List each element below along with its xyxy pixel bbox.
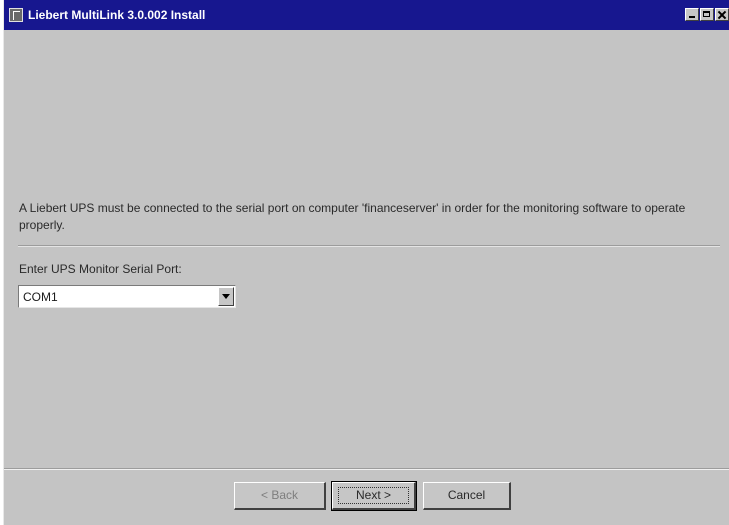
close-icon[interactable] (715, 8, 729, 21)
serial-port-label: Enter UPS Monitor Serial Port: (19, 262, 182, 276)
app-icon[interactable] (9, 8, 23, 22)
serial-port-select[interactable]: COM1 (18, 285, 236, 308)
next-button[interactable]: Next > (331, 481, 417, 511)
button-row: < Back Next > Cancel (4, 481, 729, 514)
serial-port-value: COM1 (23, 290, 58, 304)
description-text: A Liebert UPS must be connected to the s… (19, 201, 686, 232)
back-button[interactable]: < Back (234, 482, 326, 510)
chevron-down-icon[interactable] (218, 287, 234, 306)
section-divider (18, 245, 720, 247)
focus-rectangle (338, 487, 409, 504)
title-bar[interactable]: Liebert MultiLink 3.0.002 Install (4, 0, 729, 30)
minimize-icon[interactable] (685, 8, 699, 21)
maximize-icon[interactable] (700, 8, 714, 21)
window-controls (684, 8, 729, 22)
window-title: Liebert MultiLink 3.0.002 Install (28, 8, 206, 22)
footer-divider (4, 468, 729, 470)
installer-window: Liebert MultiLink 3.0.002 Install A Lieb… (3, 0, 729, 525)
wizard-content: A Liebert UPS must be connected to the s… (4, 30, 729, 470)
cancel-button[interactable]: Cancel (423, 482, 511, 510)
